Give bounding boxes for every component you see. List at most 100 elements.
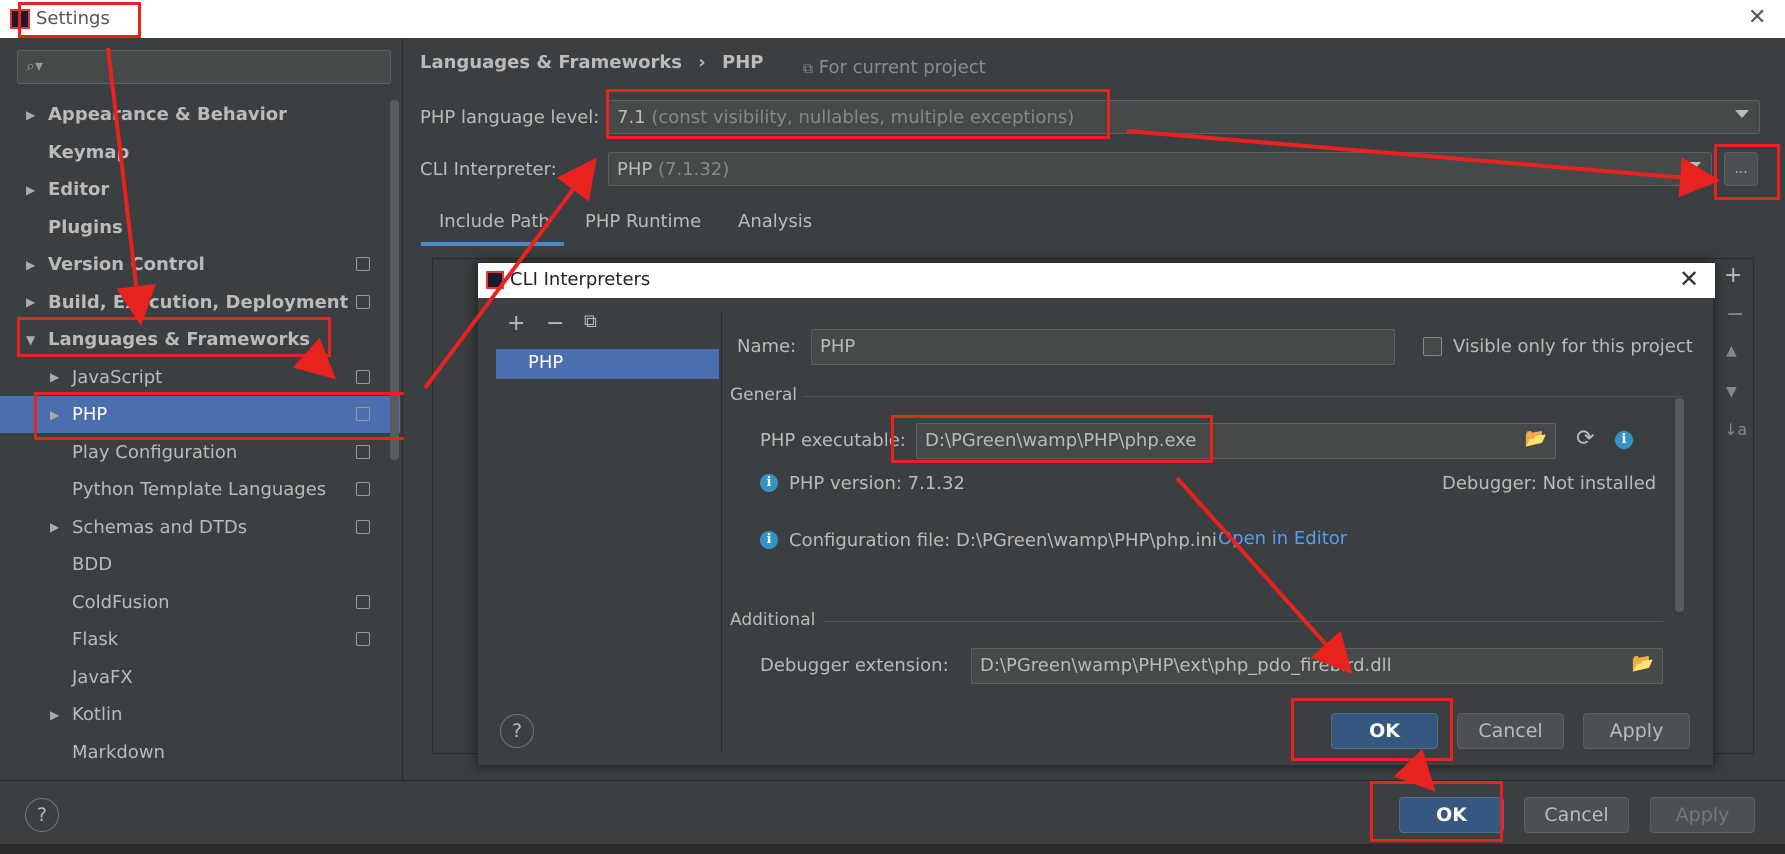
breadcrumb-parent[interactable]: Languages & Frameworks: [420, 52, 682, 73]
cli-label: CLI Interpreter:: [420, 159, 557, 180]
chevron-right-icon[interactable]: ▶: [50, 520, 64, 534]
chevron-right-icon[interactable]: ▶: [26, 183, 40, 197]
dialog-scrollbar[interactable]: [1675, 398, 1684, 612]
php-executable-field[interactable]: D:\PGreen\wamp\PHP\php.exe 📂: [916, 423, 1556, 459]
chevron-right-icon[interactable]: ▶: [26, 295, 40, 309]
debug-ext-value: D:\PGreen\wamp\PHP\ext\php_pdo_firebird.…: [980, 655, 1392, 676]
general-section-title: General: [730, 385, 797, 405]
sidebar-item[interactable]: Play Configuration: [0, 434, 400, 471]
dialog-apply-button[interactable]: Apply: [1583, 713, 1690, 749]
sidebar-item-label: PHP: [72, 404, 108, 425]
folder-icon[interactable]: 📂: [1632, 653, 1654, 674]
project-scope-icon: [356, 632, 370, 646]
chevron-down-icon: [1735, 110, 1749, 118]
sidebar-item[interactable]: Python Template Languages: [0, 471, 400, 508]
dialog-ok-button[interactable]: OK: [1331, 713, 1438, 749]
project-scope-icon: [356, 407, 370, 421]
move-down-icon[interactable]: ▼: [1726, 384, 1737, 400]
exe-value: D:\PGreen\wamp\PHP\php.exe: [925, 430, 1197, 451]
sidebar-item[interactable]: Flask: [0, 621, 400, 658]
sidebar-item[interactable]: ▶ JavaScript: [0, 359, 400, 396]
help-button[interactable]: ?: [500, 714, 534, 748]
sidebar-item[interactable]: JavaFX: [0, 659, 400, 696]
project-scope-icon: [356, 369, 370, 384]
cli-interpreter-select[interactable]: PHP (7.1.32): [608, 152, 1712, 186]
sidebar-item-label: Editor: [48, 179, 110, 200]
debugger-extension-field[interactable]: D:\PGreen\wamp\PHP\ext\php_pdo_firebird.…: [971, 648, 1663, 684]
sidebar-item-label: Build, Execution, Deployment: [48, 291, 349, 313]
sidebar-item[interactable]: BDD: [0, 546, 400, 583]
sidebar-item[interactable]: ▶ Kotlin: [0, 696, 400, 733]
exe-label: PHP executable:: [760, 430, 906, 451]
sidebar-item-label: Plugins: [48, 216, 123, 238]
sidebar-item-label: JavaScript: [72, 366, 163, 388]
ok-button[interactable]: OK: [1399, 797, 1504, 833]
sidebar-item[interactable]: ▶ Appearance & Behavior: [0, 96, 400, 133]
sidebar-item[interactable]: Keymap: [0, 134, 400, 171]
dialog-cancel-button[interactable]: Cancel: [1457, 713, 1564, 749]
sidebar-item[interactable]: Plugins: [0, 209, 400, 246]
sidebar-item[interactable]: ▶ Version Control: [0, 246, 400, 283]
cancel-button[interactable]: Cancel: [1524, 797, 1629, 833]
close-icon[interactable]: ✕: [1748, 5, 1766, 30]
dialog-title: CLI Interpreters: [510, 269, 651, 290]
tab-include-path[interactable]: Include Path: [439, 211, 550, 232]
folder-icon[interactable]: 📂: [1525, 428, 1547, 449]
sidebar-item[interactable]: ▼ Languages & Frameworks: [0, 321, 400, 358]
info-icon[interactable]: i: [1615, 431, 1633, 449]
name-field[interactable]: PHP: [811, 329, 1395, 365]
visible-only-checkbox[interactable]: [1423, 337, 1442, 356]
open-in-editor-link[interactable]: Open in Editor: [1218, 528, 1347, 549]
project-scope-icon: ⧉: [803, 61, 813, 77]
sidebar-item[interactable]: ▶ PHP: [0, 396, 400, 433]
sidebar-item[interactable]: Markdown: [0, 734, 400, 771]
sidebar-item[interactable]: ▶ Build, Execution, Deployment: [0, 284, 400, 321]
debugger-key: Debugger:: [1442, 473, 1537, 494]
sidebar-item-label: Python Template Languages: [72, 479, 327, 500]
sidebar-item[interactable]: ▶ Editor: [0, 171, 400, 208]
refresh-icon[interactable]: ⟳: [1576, 426, 1594, 451]
sidebar-item-label: Languages & Frameworks: [48, 329, 311, 350]
remove-icon[interactable]: −: [546, 311, 564, 336]
move-up-icon[interactable]: ▲: [1726, 343, 1737, 359]
app-logo-icon: [486, 271, 504, 289]
apply-button[interactable]: Apply: [1650, 797, 1755, 833]
chevron-right-icon[interactable]: ▶: [26, 108, 40, 122]
php-level-label: PHP language level:: [420, 107, 600, 128]
config-file: Configuration file: D:\PGreen\wamp\PHP\p…: [789, 530, 1217, 551]
add-icon[interactable]: +: [1724, 263, 1742, 288]
copy-icon[interactable]: ⧉: [584, 311, 597, 332]
chevron-right-icon[interactable]: ▶: [26, 258, 40, 272]
tab-php-runtime[interactable]: PHP Runtime: [585, 211, 701, 232]
chevron-down-icon[interactable]: ▼: [26, 333, 40, 347]
sidebar-item[interactable]: ColdFusion: [0, 584, 400, 621]
sidebar-item-label: Flask: [72, 629, 119, 650]
close-icon[interactable]: ✕: [1679, 265, 1699, 293]
chevron-right-icon[interactable]: ▶: [50, 408, 64, 422]
php-level-value: 7.1: [617, 107, 646, 128]
remove-icon[interactable]: −: [1726, 302, 1744, 327]
search-icon: ⌕▾: [26, 56, 43, 75]
chevron-right-icon[interactable]: ▶: [50, 708, 64, 722]
chevron-right-icon[interactable]: ▶: [50, 370, 64, 384]
sidebar-item-label: ColdFusion: [72, 591, 170, 613]
add-icon[interactable]: +: [507, 311, 525, 336]
project-scope-icon: [356, 594, 370, 609]
sort-icon[interactable]: ↓a: [1724, 420, 1747, 439]
info-icon: i: [760, 531, 778, 549]
cli-browse-button[interactable]: ...: [1724, 152, 1758, 186]
php-level-hint: (const visibility, nullables, multiple e…: [651, 107, 1075, 128]
search-input[interactable]: ⌕▾: [17, 50, 391, 84]
breadcrumb-sep: ›: [698, 52, 706, 73]
sidebar-item[interactable]: ▶ Schemas and DTDs: [0, 509, 400, 546]
project-scope-icon: [356, 444, 370, 459]
cli-value: PHP: [617, 159, 653, 180]
php-level-select[interactable]: 7.1 (const visibility, nullables, multip…: [608, 100, 1760, 134]
tab-analysis[interactable]: Analysis: [738, 211, 812, 232]
interpreter-list-item[interactable]: PHP: [496, 349, 719, 379]
status-bar: [0, 844, 1785, 854]
visible-only-label: Visible only for this project: [1453, 336, 1693, 357]
sidebar-scrollbar[interactable]: [390, 100, 399, 460]
help-button[interactable]: ?: [25, 798, 59, 832]
sidebar-item-label: Schemas and DTDs: [72, 516, 248, 538]
